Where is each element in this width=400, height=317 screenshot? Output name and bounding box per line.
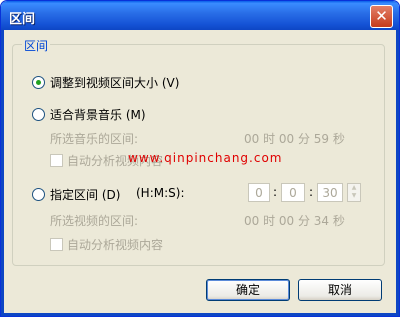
hours-input[interactable]: 0	[248, 183, 270, 202]
minutes-input[interactable]: 0	[281, 183, 305, 202]
spinner-down-icon[interactable]: ▼	[348, 192, 360, 200]
time-separator: :	[273, 185, 278, 199]
radio-selected-dot	[36, 80, 41, 85]
radio-specified-range-label[interactable]: 指定区间 (D)	[50, 186, 120, 203]
radio-fit-background-music[interactable]	[32, 108, 45, 121]
time-spinner[interactable]: ▲ ▼	[347, 183, 361, 202]
music-range-value: 00 时 00 分 59 秒	[244, 132, 345, 146]
spinner-up-icon[interactable]: ▲	[348, 184, 360, 192]
video-auto-analyze-label: 自动分析视频内容	[67, 238, 164, 252]
radio-fit-background-music-label[interactable]: 适合背景音乐 (M)	[50, 106, 146, 123]
ok-button[interactable]: 确定	[206, 279, 290, 301]
music-auto-analyze-checkbox[interactable]	[50, 154, 63, 167]
video-range-label: 所选视频的区间:	[50, 214, 139, 228]
video-range-value: 00 时 00 分 34 秒	[244, 214, 345, 228]
close-button[interactable]: ✕	[370, 5, 393, 28]
range-group-legend: 区间	[22, 37, 51, 54]
seconds-input[interactable]: 30	[317, 183, 343, 202]
cancel-button[interactable]: 取消	[298, 279, 382, 301]
watermark-text: www.qinpinchang.com	[128, 151, 283, 165]
radio-specified-range[interactable]	[32, 188, 45, 201]
music-range-label: 所选音乐的区间:	[50, 132, 139, 146]
close-icon: ✕	[375, 7, 388, 25]
window-title: 区间	[9, 12, 36, 27]
radio-resize-to-video[interactable]	[32, 76, 45, 89]
video-auto-analyze-checkbox[interactable]	[50, 238, 63, 251]
title-bar[interactable]: 区间 ✕	[1, 1, 399, 30]
time-separator: :	[309, 185, 314, 199]
time-format-label: (H:M:S):	[136, 186, 185, 200]
radio-resize-to-video-label[interactable]: 调整到视频区间大小 (V)	[50, 74, 179, 91]
